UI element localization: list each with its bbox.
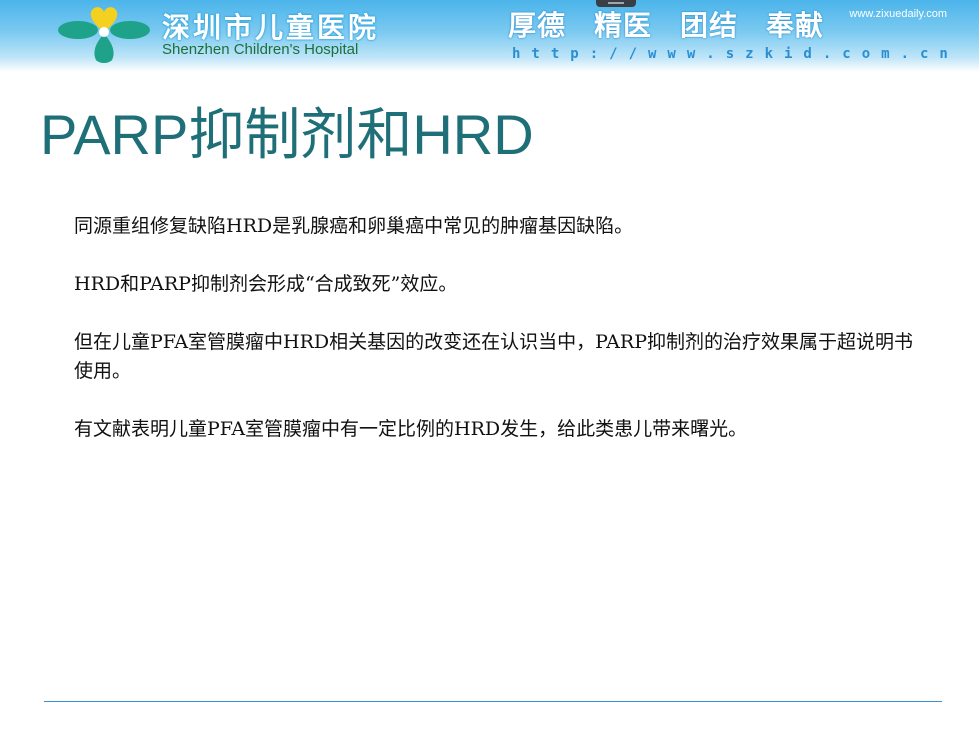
body-paragraph: HRD和PARP抑制剂会形成“合成致死”效应。 [74,273,458,295]
motto-word: 厚德 [508,9,567,42]
motto-word: 精医 [594,9,653,42]
slide: 深圳市儿童医院 Shenzhen Children's Hospital 厚德精… [0,0,979,732]
hospital-url: http://www.szkid.com.cn [512,46,959,62]
header-banner: 深圳市儿童医院 Shenzhen Children's Hospital 厚德精… [0,0,979,72]
footer-divider [44,701,942,702]
slide-body: 同源重组修复缺陷HRD是乳腺癌和卵巢癌中常见的肿瘤基因缺陷。 HRD和PARP抑… [74,212,924,473]
hospital-name-cn: 深圳市儿童医院 [162,11,380,44]
hospital-motto: 厚德 精医 团结 奉献 [508,4,852,44]
body-paragraph: 有文献表明儿童PFA室管膜瘤中有一定比例的HRD发生，给此类患儿带来曙光。 [74,418,748,440]
motto-word: 团结 [680,9,739,42]
motto-word: 奉献 [766,9,825,42]
watermark-website: www.zixuedaily.com [849,8,947,20]
body-paragraph: 但在儿童PFA室管膜瘤中HRD相关基因的改变还在认识当中，PARP抑制剂的治疗效… [74,331,913,382]
slide-title: PARP抑制剂和HRD [40,103,534,166]
body-paragraph: 同源重组修复缺陷HRD是乳腺癌和卵巢癌中常见的肿瘤基因缺陷。 [74,215,634,237]
hospital-name-en: Shenzhen Children's Hospital [162,41,359,58]
clover-heart-logo-icon [58,7,150,63]
